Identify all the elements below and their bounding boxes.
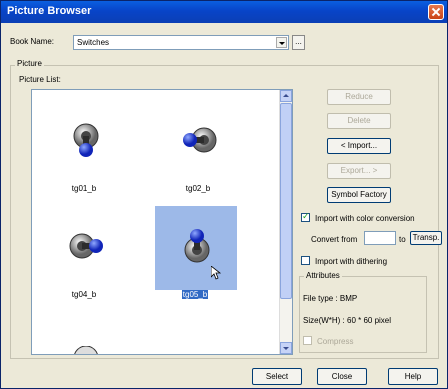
scroll-down-icon[interactable] bbox=[280, 342, 292, 354]
help-button[interactable]: Help bbox=[388, 368, 438, 385]
import-button[interactable]: < Import... bbox=[327, 138, 391, 154]
transp-button[interactable]: Transp. bbox=[410, 231, 442, 245]
picture-item-tg04[interactable]: tg04_b bbox=[44, 206, 124, 306]
switch-icon bbox=[183, 127, 217, 153]
picture-item-tg01[interactable]: tg01_b bbox=[44, 100, 124, 200]
switch-icon bbox=[73, 123, 99, 157]
title-bar[interactable]: Picture Browser bbox=[1, 1, 447, 23]
export-button[interactable]: Export... > bbox=[327, 163, 391, 179]
switch-icon bbox=[74, 346, 98, 354]
picture-caption: tg02_b bbox=[185, 184, 211, 193]
close-button[interactable]: Close bbox=[317, 368, 367, 385]
import-color-conversion-label: Import with color conversion bbox=[315, 214, 415, 223]
import-color-conversion-checkbox[interactable] bbox=[301, 211, 310, 222]
picture-list-scrollbar[interactable] bbox=[279, 90, 292, 354]
chevron-down-icon[interactable] bbox=[276, 37, 287, 48]
close-window-button[interactable] bbox=[428, 4, 444, 20]
compress-label: Compress bbox=[317, 337, 354, 346]
import-dithering-checkbox[interactable] bbox=[301, 256, 310, 265]
window-title: Picture Browser bbox=[7, 5, 92, 17]
book-name-select[interactable]: Switches bbox=[73, 35, 289, 50]
picture-item-tg02[interactable]: tg02_b bbox=[158, 100, 238, 200]
convert-from-label: Convert from bbox=[311, 235, 358, 244]
compress-checkbox[interactable] bbox=[303, 336, 312, 345]
picture-group-label: Picture bbox=[15, 59, 44, 68]
convert-to-label: to bbox=[399, 235, 406, 244]
picture-caption: tg05_b bbox=[181, 290, 209, 299]
delete-button[interactable]: Delete bbox=[327, 113, 391, 129]
symbol-factory-button[interactable]: Symbol Factory bbox=[327, 187, 391, 203]
switch-icon bbox=[69, 233, 103, 259]
reduce-button[interactable]: Reduce bbox=[327, 89, 391, 105]
picture-caption: tg04_b bbox=[71, 290, 97, 299]
switch-icon bbox=[184, 229, 210, 263]
scroll-thumb[interactable] bbox=[280, 103, 292, 299]
picture-list-label: Picture List: bbox=[19, 75, 61, 84]
book-name-label: Book Name: bbox=[10, 37, 55, 46]
book-name-value: Switches bbox=[77, 38, 110, 47]
convert-from-input[interactable] bbox=[364, 231, 396, 245]
picture-item-tg05[interactable]: tg05_b bbox=[155, 206, 237, 306]
scroll-up-icon[interactable] bbox=[280, 90, 292, 102]
image-size-text: Size(W*H) : 60 * 60 pixel bbox=[303, 316, 392, 325]
browse-book-button[interactable]: ... bbox=[292, 35, 305, 50]
attributes-label: Attributes bbox=[304, 271, 342, 280]
picture-list[interactable]: tg01_b tg02_b tg04_b tg05_b bbox=[31, 89, 293, 355]
mouse-cursor-icon bbox=[211, 266, 221, 280]
import-dithering-label: Import with dithering bbox=[315, 257, 388, 266]
picture-browser-window: Picture Browser Book Name: Switches ... … bbox=[0, 0, 448, 389]
file-type-text: File type : BMP bbox=[303, 294, 358, 303]
select-button[interactable]: Select bbox=[252, 368, 302, 385]
picture-caption: tg01_b bbox=[71, 184, 97, 193]
